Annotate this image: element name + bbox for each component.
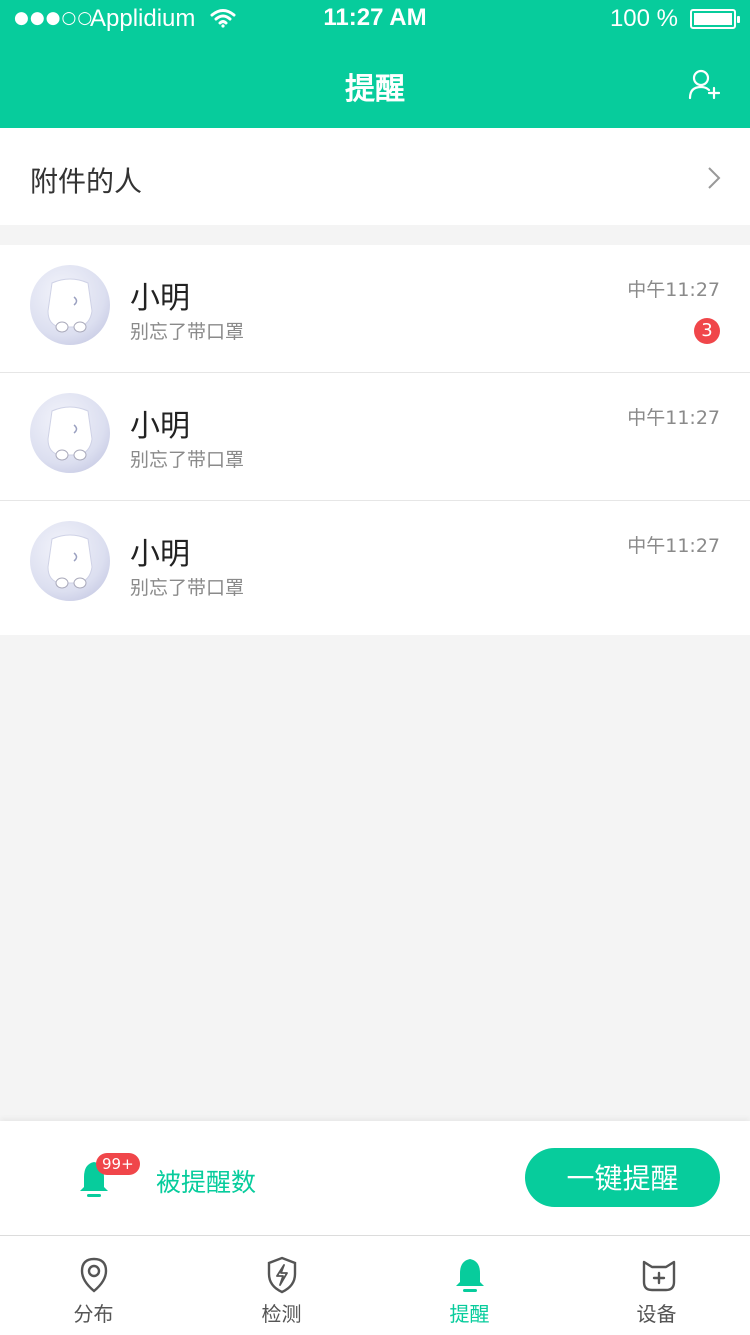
battery-percent: 100 % (609, 5, 678, 32)
unread-badge: 3 (694, 318, 720, 344)
tab-devices[interactable]: 设备 (563, 1236, 750, 1335)
attached-people-row[interactable]: 附件的人 (0, 128, 750, 225)
tab-label: 提醒 (449, 1302, 490, 1326)
location-pin-icon (80, 1257, 108, 1293)
header: ●●●○○ Applidium 11:27 AM 100 % 提醒 (0, 0, 750, 128)
avatar (30, 521, 110, 601)
avatar (30, 393, 110, 473)
avatar (30, 265, 110, 345)
tab-label: 设备 (636, 1302, 677, 1326)
tab-detection[interactable]: 检测 (188, 1236, 375, 1335)
contact-name: 小明 (130, 281, 190, 316)
message-time: 中午11:27 (627, 535, 720, 557)
shield-bolt-icon (267, 1256, 297, 1294)
remind-all-button[interactable]: 一键提醒 (525, 1148, 720, 1207)
tab-distribution[interactable]: 分布 (0, 1236, 187, 1335)
message-time: 中午11:27 (627, 407, 720, 429)
message-preview: 别忘了带口罩 (130, 321, 245, 343)
status-bar: ●●●○○ Applidium 11:27 AM 100 % (0, 0, 750, 38)
contact-name: 小明 (130, 537, 190, 572)
page-title: 提醒 (345, 72, 405, 107)
list-item[interactable]: 小明 别忘了带口罩 中午11:27 (0, 373, 750, 501)
message-preview: 别忘了带口罩 (130, 449, 245, 471)
contact-name: 小明 (130, 409, 190, 444)
list-item[interactable]: 小明 别忘了带口罩 中午11:27 3 (0, 245, 750, 373)
reminder-count-badge: 99+ (96, 1153, 140, 1175)
tab-label: 分布 (73, 1302, 114, 1326)
message-time: 中午11:27 (627, 279, 720, 301)
action-bar: 99+ 被提醒数 一键提醒 (0, 1121, 750, 1235)
tab-bar: 分布 检测 提醒 设备 (0, 1235, 750, 1335)
message-preview: 别忘了带口罩 (130, 577, 245, 599)
device-icon (642, 1260, 676, 1292)
contact-list: 小明 别忘了带口罩 中午11:27 3 小明 别忘了带口罩 中午11:27 小明 (0, 245, 750, 635)
battery-icon (690, 9, 740, 29)
bell-icon (456, 1259, 484, 1292)
tab-label: 检测 (261, 1302, 302, 1326)
chevron-right-icon (708, 167, 721, 189)
reminded-count-label: 被提醒数 (156, 1168, 257, 1197)
attached-people-label: 附件的人 (30, 165, 143, 198)
list-item[interactable]: 小明 别忘了带口罩 中午11:27 (0, 501, 750, 635)
add-user-icon[interactable] (688, 68, 720, 100)
tab-reminders[interactable]: 提醒 (376, 1236, 563, 1335)
